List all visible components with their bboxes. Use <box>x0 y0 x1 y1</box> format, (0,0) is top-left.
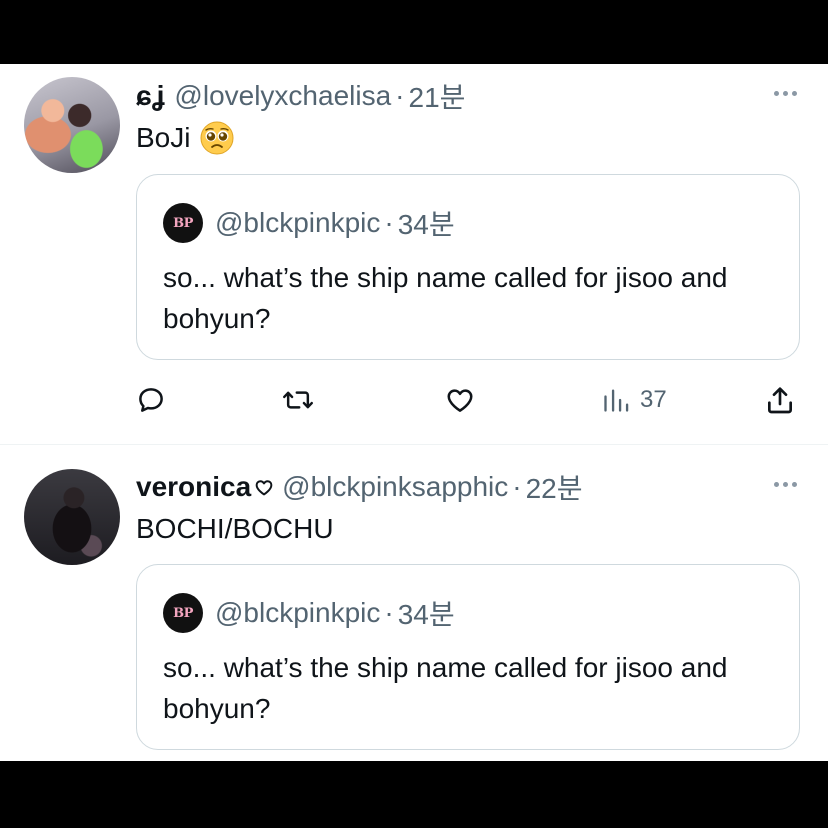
retweet-button[interactable] <box>282 380 314 420</box>
timeline: ɕʝ @lovelyxchaelisa · 21분 BoJi BP @blckp… <box>0 64 828 761</box>
quoted-tweet[interactable]: BP @blckpinkpic · 34분 so... what’s the s… <box>136 564 800 750</box>
quoted-user-handle: @blckpinkpic <box>215 207 381 238</box>
tweet-text-content: BoJi <box>136 122 191 153</box>
display-name[interactable]: ɕʝ <box>136 80 164 112</box>
quoted-tweet-text: so... what’s the ship name called for ji… <box>163 652 728 724</box>
reply-button[interactable] <box>136 380 166 420</box>
heart-icon <box>447 389 473 412</box>
pleading-face-emoji-icon <box>200 121 234 155</box>
quoted-timestamp: 34분 <box>397 599 455 630</box>
quoted-timestamp: 34분 <box>397 209 455 240</box>
tweet-header: ɕʝ @lovelyxchaelisa · 21분 <box>136 76 465 116</box>
reply-icon <box>139 388 163 412</box>
separator: · <box>395 80 405 111</box>
separator: · <box>512 471 522 502</box>
views-icon <box>604 389 629 412</box>
separator: · <box>384 597 394 628</box>
views-count: 37 <box>640 386 667 413</box>
tweet-text: BOCHI/BOCHU <box>136 509 334 549</box>
quoted-avatar[interactable]: BP <box>163 203 203 243</box>
share-icon <box>768 387 792 414</box>
user-handle[interactable]: @blckpinksapphic <box>282 471 508 503</box>
timestamp[interactable]: 21분 <box>409 76 466 116</box>
tweet[interactable]: veronica @blckpinksapphic · 22분 BOCHI/BO… <box>0 445 828 761</box>
quoted-tweet-text: so... what’s the ship name called for ji… <box>163 262 728 334</box>
quoted-avatar[interactable]: BP <box>163 593 203 633</box>
quoted-tweet[interactable]: BP @blckpinkpic · 34분 so... what’s the s… <box>136 174 800 360</box>
tweet-header: veronica @blckpinksapphic · 22분 <box>136 467 583 507</box>
views-button[interactable]: 37 <box>602 380 667 420</box>
timestamp[interactable]: 22분 <box>526 467 583 507</box>
retweet-icon <box>282 391 314 409</box>
heart-outline-icon <box>255 480 273 496</box>
tweet-text-content: BOCHI/BOCHU <box>136 513 334 544</box>
avatar[interactable] <box>24 77 120 173</box>
more-options-icon[interactable] <box>770 88 800 98</box>
tweet[interactable]: ɕʝ @lovelyxchaelisa · 21분 BoJi BP @blckp… <box>0 64 828 445</box>
more-options-icon[interactable] <box>770 479 800 489</box>
avatar[interactable] <box>24 469 120 565</box>
tweet-text: BoJi <box>136 118 234 158</box>
separator: · <box>384 207 394 238</box>
user-handle[interactable]: @lovelyxchaelisa <box>174 80 391 112</box>
tweet-actions: 37 <box>136 380 800 420</box>
quoted-tweet-header: BP @blckpinkpic · 34분 <box>163 593 455 633</box>
share-button[interactable] <box>764 380 796 420</box>
display-name[interactable]: veronica <box>136 471 251 503</box>
quoted-user-handle: @blckpinkpic <box>215 597 381 628</box>
quoted-tweet-header: BP @blckpinkpic · 34분 <box>163 203 455 243</box>
like-button[interactable] <box>444 380 476 420</box>
